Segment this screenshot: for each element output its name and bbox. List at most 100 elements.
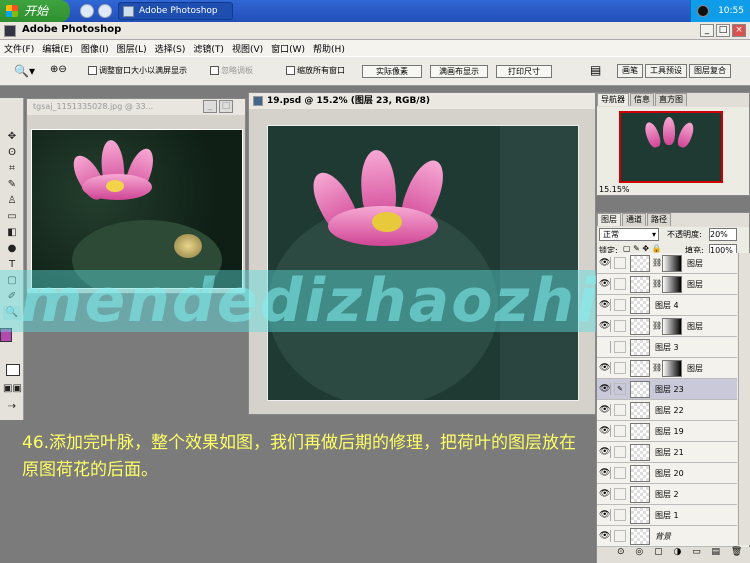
visibility-eye-icon[interactable]: 👁 <box>599 488 611 500</box>
layer-link-icon[interactable] <box>614 530 626 542</box>
layer-link-icon[interactable] <box>614 446 626 458</box>
screen-mode-icon[interactable]: ▣▣ <box>3 382 22 396</box>
tab-layer-comps[interactable]: 图层复合 <box>689 64 731 78</box>
maximize-button[interactable]: □ <box>716 24 730 37</box>
layer-row[interactable]: 👁 ⛓ 图层 <box>597 358 737 379</box>
zoom-in-icon[interactable]: ⊕⊖ <box>50 64 67 75</box>
brush-tool-icon[interactable]: ✎ <box>3 178 21 192</box>
layer-row[interactable]: 👁 背景 <box>597 526 737 547</box>
panel-tab[interactable]: 路径 <box>647 213 671 226</box>
taskbar-photoshop-button[interactable]: Adobe Photoshop <box>118 2 233 20</box>
layer-link-icon[interactable]: ✎ <box>614 383 626 395</box>
menu-item[interactable]: 视图(V) <box>228 40 267 57</box>
layer-mask-thumbnail[interactable] <box>662 360 682 377</box>
navigator-thumbnail[interactable] <box>619 111 723 183</box>
menu-item[interactable]: 滤镜(T) <box>189 40 228 57</box>
menu-item[interactable]: 选择(S) <box>151 40 190 57</box>
layer-row[interactable]: 👁 图层 21 <box>597 442 737 463</box>
layer-row[interactable]: 👁 图层 20 <box>597 463 737 484</box>
chain-icon[interactable]: ⛓ <box>652 279 662 288</box>
visibility-eye-icon[interactable]: 👁 <box>599 509 611 521</box>
jump-imageready-icon[interactable]: ⇢ <box>3 400 21 414</box>
move-tool-icon[interactable]: ✥ <box>3 130 21 144</box>
panel-tab[interactable]: 导航器 <box>597 93 629 106</box>
visibility-eye-icon[interactable]: 👁 <box>599 446 611 458</box>
visibility-eye-icon[interactable]: 👁 <box>599 383 611 395</box>
navigator-zoom[interactable]: 15.15% <box>599 185 630 194</box>
print-size-button[interactable]: 打印尺寸 <box>496 65 552 78</box>
layer-row[interactable]: 图层 3 <box>597 337 737 358</box>
layer-link-icon[interactable] <box>614 467 626 479</box>
visibility-eye-icon[interactable]: 👁 <box>599 467 611 479</box>
chain-icon[interactable]: ⛓ <box>652 363 662 372</box>
lasso-tool-icon[interactable]: ʘ <box>3 146 21 160</box>
minimize-button[interactable]: _ <box>700 24 714 37</box>
visibility-eye-icon[interactable]: 👁 <box>599 299 611 311</box>
stamp-tool-icon[interactable]: ♙ <box>3 194 21 208</box>
layer-link-icon[interactable] <box>614 257 626 269</box>
close-button[interactable]: × <box>732 24 746 37</box>
layer-row[interactable]: 👁 图层 4 <box>597 295 737 316</box>
layer-mask-thumbnail[interactable] <box>662 276 682 293</box>
start-button[interactable]: 开始 <box>0 0 70 22</box>
layer-row[interactable]: 👁 图层 19 <box>597 421 737 442</box>
menu-item[interactable]: 图层(L) <box>113 40 151 57</box>
visibility-eye-icon[interactable]: 👁 <box>599 320 611 332</box>
layer-row[interactable]: 👁 ✎ 图层 23 <box>597 379 737 400</box>
tab-tool-presets[interactable]: 工具预设 <box>645 64 687 78</box>
layer-mask-thumbnail[interactable] <box>662 318 682 335</box>
zoom-tool-icon[interactable]: 🔍▾ <box>14 64 35 78</box>
visibility-eye-icon[interactable]: 👁 <box>599 362 611 374</box>
tab-brushes[interactable]: 画笔 <box>617 64 643 78</box>
layer-link-icon[interactable] <box>614 509 626 521</box>
outlook-icon[interactable] <box>98 4 112 18</box>
layer-link-icon[interactable] <box>614 404 626 416</box>
layer-link-icon[interactable] <box>614 362 626 374</box>
ie-icon[interactable] <box>80 4 94 18</box>
layer-row[interactable]: 👁 ⛓ 图层 <box>597 316 737 337</box>
panel-tab[interactable]: 通道 <box>622 213 646 226</box>
visibility-eye-icon[interactable]: 👁 <box>599 425 611 437</box>
menu-item[interactable]: 图像(I) <box>77 40 113 57</box>
fit-screen-button[interactable]: 满画布显示 <box>430 65 488 78</box>
menu-item[interactable]: 窗口(W) <box>267 40 309 57</box>
palette-well-icon[interactable]: ▤ <box>590 63 601 77</box>
layer-link-icon[interactable] <box>614 278 626 290</box>
doc1-maximize-button[interactable]: □ <box>219 100 233 113</box>
blend-mode-select[interactable]: 正常 ▾ <box>599 228 659 241</box>
quick-mask-icon[interactable] <box>6 364 20 376</box>
visibility-eye-icon[interactable]: 👁 <box>599 278 611 290</box>
lock-icons[interactable]: ▢ ✎ ✥ 🔒 <box>623 244 662 253</box>
layer-row[interactable]: 👁 ⛓ 图层 <box>597 253 737 274</box>
doc1-titlebar[interactable]: tgsaj_1151335028.jpg @ 33... _ □ <box>27 99 245 115</box>
layer-link-icon[interactable] <box>614 299 626 311</box>
visibility-eye-icon[interactable]: 👁 <box>599 530 611 542</box>
doc2-titlebar[interactable]: 19.psd @ 15.2% (图层 23, RGB/8) <box>249 93 595 109</box>
layer-link-icon[interactable] <box>614 425 626 437</box>
layer-mask-thumbnail[interactable] <box>662 255 682 272</box>
layer-link-icon[interactable] <box>614 488 626 500</box>
layer-row[interactable]: 👁 图层 22 <box>597 400 737 421</box>
opacity-input[interactable]: 20% <box>709 228 737 241</box>
doc1-minimize-button[interactable]: _ <box>203 100 217 113</box>
ignore-palettes-checkbox[interactable]: 忽略调板 <box>210 65 253 77</box>
crop-tool-icon[interactable]: ⌗ <box>3 162 21 176</box>
layer-link-icon[interactable] <box>614 320 626 332</box>
layers-scrollbar[interactable] <box>738 253 750 545</box>
visibility-eye-icon[interactable]: 👁 <box>599 404 611 416</box>
panel-tab[interactable]: 信息 <box>630 93 654 106</box>
visibility-eye-icon[interactable]: 👁 <box>599 257 611 269</box>
menu-item[interactable]: 帮助(H) <box>309 40 349 57</box>
layer-row[interactable]: 👁 ⛓ 图层 <box>597 274 737 295</box>
tray-icon[interactable] <box>697 5 709 17</box>
actual-pixels-button[interactable]: 实际像素 <box>362 65 422 78</box>
chain-icon[interactable]: ⛓ <box>652 321 662 330</box>
dodge-tool-icon[interactable]: ● <box>3 242 21 256</box>
gradient-tool-icon[interactable]: ◧ <box>3 226 21 240</box>
eraser-tool-icon[interactable]: ▭ <box>3 210 21 224</box>
fit-window-checkbox[interactable]: 调整窗口大小以满屏显示 <box>88 65 187 77</box>
layers-footer-buttons[interactable]: ⊙ ◎ ▢ ◑ ▭ ▤ 🗑 <box>597 547 750 563</box>
layer-row[interactable]: 👁 图层 2 <box>597 484 737 505</box>
panel-tab[interactable]: 图层 <box>597 213 621 226</box>
zoom-all-checkbox[interactable]: 缩放所有窗口 <box>286 65 345 77</box>
